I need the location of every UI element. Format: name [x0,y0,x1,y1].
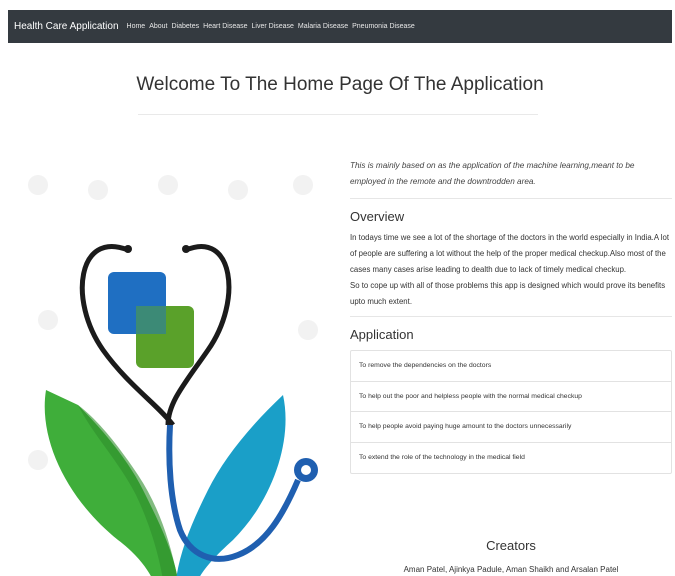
nav-link-liver-disease[interactable]: Liver Disease [252,23,294,30]
overview-text: In todays time we see a lot of the short… [350,230,672,317]
list-item: To extend the role of the technology in … [359,453,525,461]
nav-link-malaria-disease[interactable]: Malaria Disease [298,23,348,30]
application-list: To remove the dependencies on the doctor… [350,350,672,474]
nav-link-heart-disease[interactable]: Heart Disease [203,23,247,30]
nav-link-diabetes[interactable]: Diabetes [172,23,200,30]
nav-link-home[interactable]: Home [127,23,146,30]
list-item: To remove the dependencies on the doctor… [351,351,671,382]
content-section: This is mainly based on as the applicati… [350,158,672,474]
medical-heart-stethoscope-icon [28,175,318,576]
overview-heading: Overview [350,209,405,224]
app-window: Health Care Application Home About Diabe… [8,10,672,576]
navbar-brand[interactable]: Health Care Application [14,21,119,32]
list-item: To help out the poor and helpless people… [351,382,671,412]
nav-link-about[interactable]: About [149,23,167,30]
nav-link-pneumonia-disease[interactable]: Pneumonia Disease [352,23,415,30]
creators-names: Aman Patel, Ajinkya Padule, Aman Shaikh … [403,565,619,574]
list-item: To help people avoid paying huge amount … [351,412,671,443]
application-heading: Application [350,327,414,342]
page-title: Welcome To The Home Page Of The Applicat… [136,74,544,95]
creators-heading: Creators [486,538,536,553]
overview-paragraph-1: In todays time we see a lot of the short… [350,233,669,274]
title-divider [138,114,538,115]
healthcare-illustration [8,160,340,576]
overview-paragraph-2: So to cope up with all of those problems… [350,281,666,306]
navbar: Health Care Application Home About Diabe… [8,10,672,43]
lead-text: This is mainly based on as the applicati… [350,158,672,199]
